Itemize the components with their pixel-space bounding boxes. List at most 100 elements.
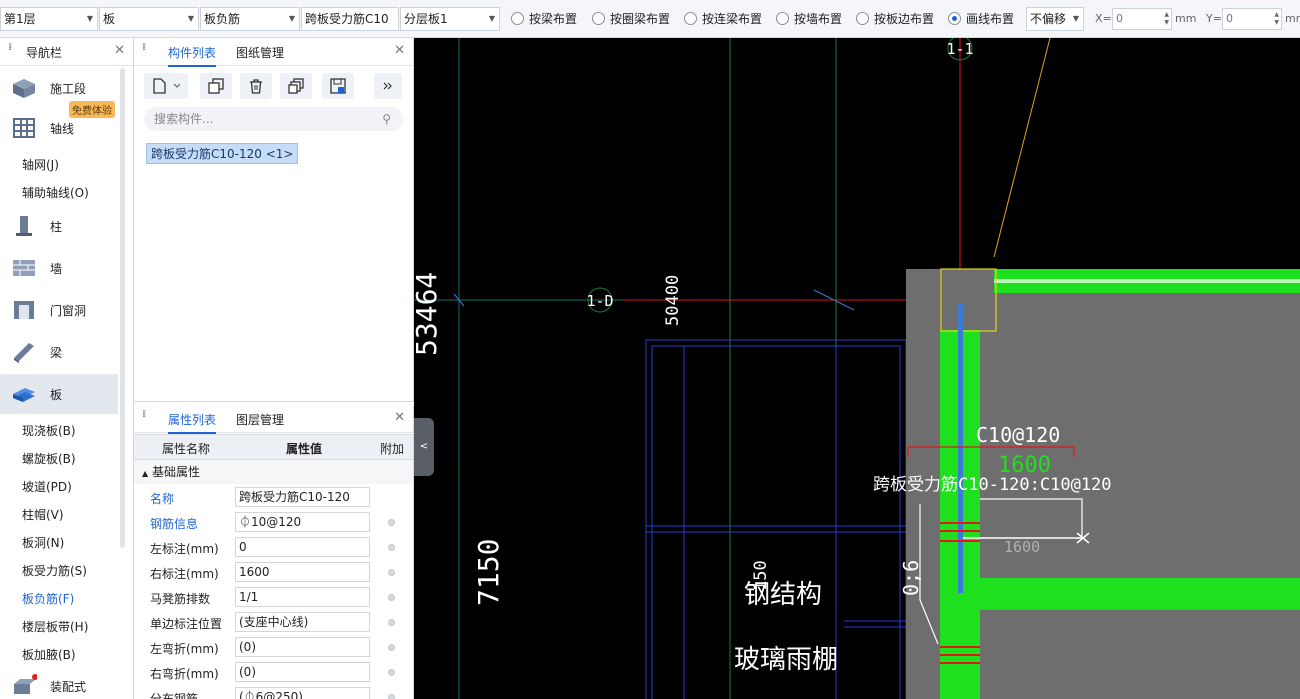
extra-checkbox[interactable] bbox=[388, 569, 395, 576]
drawing-canvas[interactable]: 1-1 1-D 50400 53464 7150 150 钢结构 玻璃雨棚 C1… bbox=[414, 38, 1300, 699]
nav-category-construction[interactable]: 施工段 免费体验 bbox=[0, 68, 118, 118]
offset-dropdown[interactable]: 不偏移 ▼ bbox=[1026, 7, 1084, 31]
collapse-panel-handle[interactable]: < bbox=[414, 418, 434, 476]
nav-category-door-window[interactable]: 门窗洞 bbox=[0, 290, 118, 330]
property-value-input[interactable]: 0 bbox=[235, 537, 370, 557]
floor-dropdown[interactable]: 第1层 ▼ bbox=[0, 7, 98, 31]
more-tools-button[interactable] bbox=[374, 73, 402, 99]
nav-item-cast-slab[interactable]: 现浇板(B) bbox=[22, 422, 76, 439]
extra-checkbox[interactable] bbox=[388, 519, 395, 526]
nav-item-slab-hole[interactable]: 板洞(N) bbox=[22, 534, 64, 551]
category-value: 板 bbox=[103, 12, 116, 26]
nav-category-axis[interactable]: 轴线 bbox=[0, 108, 118, 148]
chevron-down-icon: ▼ bbox=[86, 14, 93, 23]
nav-category-prefab[interactable]: 装配式 bbox=[0, 666, 118, 699]
nav-item-slab-main-rebar[interactable]: 板受力筋(S) bbox=[22, 562, 87, 579]
layer-dropdown[interactable]: 分层板1 ▼ bbox=[400, 7, 500, 31]
close-icon[interactable]: ✕ bbox=[394, 43, 405, 58]
nav-scrollbar[interactable] bbox=[120, 68, 125, 548]
radio-by-link-beam[interactable]: 按连梁布置 bbox=[684, 10, 762, 28]
rebar-spec-label: C10@120 bbox=[976, 423, 1060, 447]
property-row: 分布钢筋 (⏀6@250) bbox=[134, 685, 413, 699]
extra-checkbox[interactable] bbox=[388, 644, 395, 651]
nav-item-grid[interactable]: 轴网(J) bbox=[22, 156, 59, 173]
property-value-input[interactable]: 跨板受力筋C10-120 bbox=[235, 487, 370, 507]
extra-checkbox[interactable] bbox=[388, 669, 395, 676]
x-input[interactable]: 0 ▲ ▼ bbox=[1112, 8, 1172, 30]
extra-checkbox[interactable] bbox=[388, 694, 395, 699]
y-unit: mr bbox=[1285, 12, 1300, 25]
beam[interactable] bbox=[980, 578, 1300, 610]
nav-item-slab-haunch[interactable]: 板加腋(B) bbox=[22, 646, 76, 663]
radio-by-ring-beam[interactable]: 按圈梁布置 bbox=[592, 10, 670, 28]
nav-item-column-cap[interactable]: 柱帽(V) bbox=[22, 506, 64, 523]
radio-circle-icon bbox=[856, 12, 869, 25]
radio-by-slab-edge[interactable]: 按板边布置 bbox=[856, 10, 934, 28]
cad-drawing[interactable]: 1-1 1-D 50400 53464 7150 150 钢结构 玻璃雨棚 C1… bbox=[414, 38, 1300, 699]
category-dropdown[interactable]: 板 ▼ bbox=[99, 7, 199, 31]
chevron-down-icon: ▼ bbox=[488, 14, 495, 23]
property-value-input[interactable]: ⏀10@120 bbox=[235, 512, 370, 532]
grip-icon[interactable]: ⁞⁞ bbox=[8, 43, 16, 53]
property-value-input[interactable]: (0) bbox=[235, 662, 370, 682]
property-value-input[interactable]: (⏀6@250) bbox=[235, 687, 370, 699]
nav-item-slab-negative-rebar[interactable]: 板负筋(F) bbox=[22, 590, 74, 607]
component-search-input[interactable]: 搜索构件... ⚲ bbox=[144, 107, 403, 131]
property-value-input[interactable]: 1/1 bbox=[235, 587, 370, 607]
type-value: 板负筋 bbox=[204, 12, 241, 26]
close-icon[interactable]: ✕ bbox=[114, 43, 125, 58]
nav-item-ramp[interactable]: 坡道(PD) bbox=[22, 478, 72, 495]
rebar-tooltip: 跨板受力筋C10-120:C10@120 bbox=[873, 475, 1112, 495]
tab-component-list[interactable]: 构件列表 bbox=[168, 44, 217, 67]
slab-icon bbox=[13, 388, 35, 402]
rebar[interactable] bbox=[958, 303, 963, 593]
radio-by-wall[interactable]: 按墙布置 bbox=[776, 10, 842, 28]
y-input[interactable]: 0 ▲ ▼ bbox=[1222, 8, 1282, 30]
tab-layer-management[interactable]: 图层管理 bbox=[236, 411, 284, 428]
dimension-53464: 53464 bbox=[414, 272, 443, 356]
y-value: 0 bbox=[1226, 12, 1233, 25]
grip-icon[interactable]: ⁞⁞ bbox=[142, 43, 150, 53]
tab-drawing-management[interactable]: 图纸管理 bbox=[236, 44, 284, 61]
extra-checkbox[interactable] bbox=[388, 544, 395, 551]
new-component-button[interactable] bbox=[144, 73, 188, 99]
component-list-item[interactable]: 跨板受力筋C10-120 <1> bbox=[146, 143, 299, 164]
property-value-input[interactable]: (0) bbox=[235, 637, 370, 657]
arrow-down-icon[interactable]: ▼ bbox=[1274, 19, 1279, 27]
extra-checkbox[interactable] bbox=[388, 594, 395, 601]
arrow-down-icon[interactable]: ▼ bbox=[1164, 19, 1169, 27]
radio-by-beam[interactable]: 按梁布置 bbox=[511, 10, 577, 28]
nav-category-beam[interactable]: 梁 bbox=[0, 332, 118, 372]
tab-property-list[interactable]: 属性列表 bbox=[168, 411, 217, 434]
nav-category-wall[interactable]: 墙 bbox=[0, 248, 118, 288]
wall-icon bbox=[13, 260, 35, 276]
nav-category-slab[interactable]: 板 bbox=[0, 374, 118, 414]
type-dropdown[interactable]: 板负筋 ▼ bbox=[200, 7, 300, 31]
radio-draw-line[interactable]: 画线布置 bbox=[948, 10, 1014, 28]
search-icon[interactable]: ⚲ bbox=[382, 107, 391, 131]
component-dropdown[interactable]: 跨板受力筋C10 bbox=[301, 7, 399, 31]
toolbar: 第1层 ▼ 板 ▼ 板负筋 ▼ 跨板受力筋C10 分层板1 ▼ 按梁布置 按圈梁布置 按… bbox=[0, 0, 1300, 38]
property-value-input[interactable]: (支座中心线) bbox=[235, 612, 370, 632]
section-basic-properties[interactable]: ▲ 基础属性 bbox=[134, 460, 413, 484]
layers-copy-icon bbox=[288, 78, 304, 94]
property-value-input[interactable]: 1600 bbox=[235, 562, 370, 582]
arrow-up-icon[interactable]: ▲ bbox=[1274, 11, 1279, 19]
axis-label-1-1: 1-1 bbox=[946, 40, 973, 58]
delete-component-button[interactable] bbox=[240, 73, 272, 99]
extra-checkbox[interactable] bbox=[388, 619, 395, 626]
arrow-up-icon[interactable]: ▲ bbox=[1164, 11, 1169, 19]
close-icon[interactable]: ✕ bbox=[394, 410, 405, 425]
nav-item-spiral-slab[interactable]: 螺旋板(B) bbox=[22, 450, 76, 467]
copy-component-button[interactable] bbox=[200, 73, 232, 99]
preview-dimension: 1600 bbox=[1004, 538, 1040, 556]
chevron-double-right-icon bbox=[383, 82, 392, 90]
property-row: 名称 跨板受力筋C10-120 bbox=[134, 485, 413, 510]
save-template-button[interactable] bbox=[322, 73, 354, 99]
nav-category-column[interactable]: 柱 bbox=[0, 206, 118, 246]
duplicate-floor-button[interactable] bbox=[280, 73, 312, 99]
nav-item-aux-axis[interactable]: 辅助轴线(O) bbox=[22, 184, 89, 201]
x-label: X= bbox=[1095, 12, 1112, 25]
nav-item-floor-slab-strip[interactable]: 楼层板带(H) bbox=[22, 618, 88, 635]
grip-icon[interactable]: ⁞⁞ bbox=[142, 410, 150, 420]
